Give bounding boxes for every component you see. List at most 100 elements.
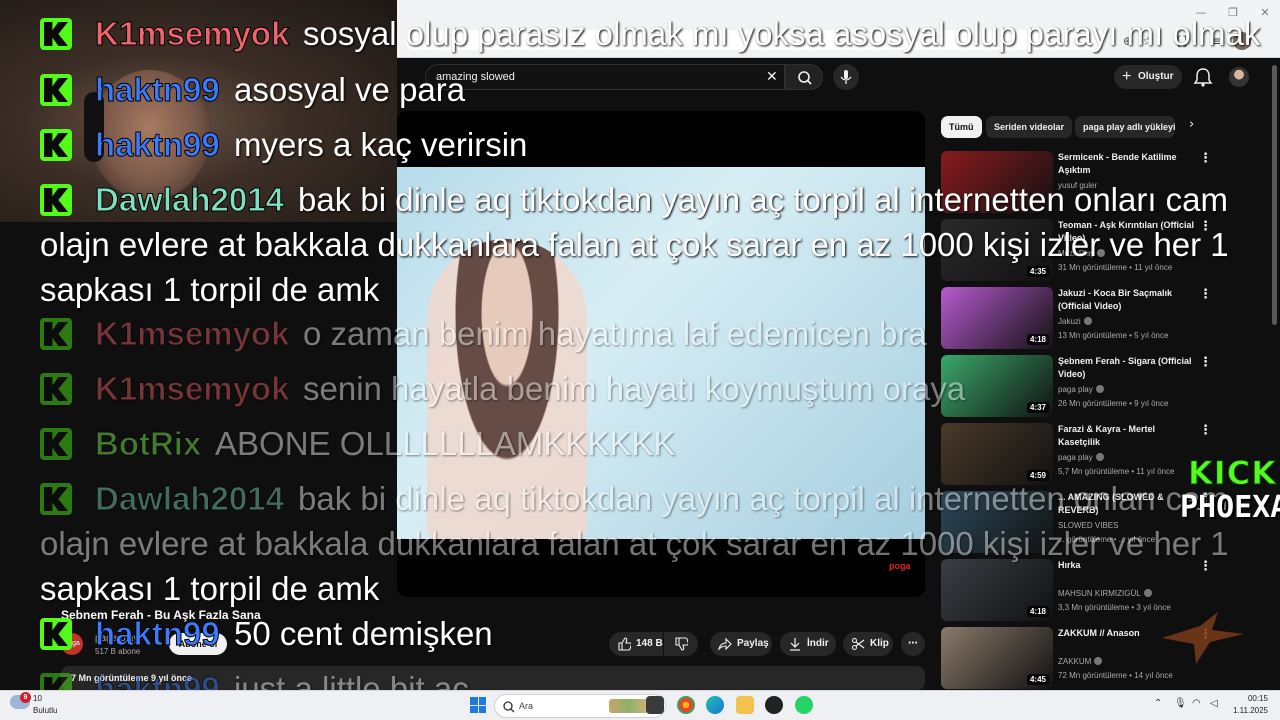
thumbs-down-icon <box>675 637 688 651</box>
duration-badge: 4:45 <box>1026 674 1049 685</box>
search-placeholder: Ara <box>519 701 534 711</box>
chat-text: 50 cent demişken <box>234 615 493 652</box>
share-label: Paylaş <box>737 638 769 649</box>
chat-username: Dawlah2014 <box>95 480 285 518</box>
recommendation-channel[interactable]: ZAKKUM <box>1058 657 1103 666</box>
recommendation-title[interactable]: Farazi & Kayra - Mertel Kasetçilik <box>1058 423 1198 449</box>
chevron-right-icon[interactable]: › <box>1189 117 1194 132</box>
more-vertical-icon[interactable]: ⋮ <box>1199 355 1212 370</box>
microphone-tray-icon[interactable]: 🎙 <box>1174 698 1187 709</box>
kick-logo: KICK <box>1188 454 1277 493</box>
clock-date[interactable]: 1.11.2025 <box>1228 706 1268 715</box>
scrollbar[interactable] <box>1272 65 1277 325</box>
whatsapp-icon[interactable] <box>795 696 813 714</box>
filter-chips: Tümü Seriden videolar paga play adlı yük… <box>941 116 1201 140</box>
task-view-icon[interactable] <box>646 696 664 714</box>
notification-badge: 9 <box>20 692 31 703</box>
kick-badge-icon <box>40 18 72 50</box>
recommendation-meta: 3,3 Mn görüntüleme • 3 yıl önce <box>1058 603 1171 612</box>
obs-icon[interactable] <box>765 696 783 714</box>
scissors-icon <box>851 637 865 651</box>
chip-uploader[interactable]: paga play adlı yükleyici <box>1075 116 1175 138</box>
clock-time[interactable]: 00:15 <box>1228 694 1268 703</box>
video-thumbnail[interactable]: 4:59 <box>941 423 1053 485</box>
like-count: 148 B <box>636 638 663 649</box>
clear-search-icon[interactable]: ✕ <box>766 69 778 85</box>
clip-button[interactable]: Klip <box>843 632 893 656</box>
start-button[interactable] <box>470 697 486 713</box>
channel-label: ZAKKUM <box>1058 657 1092 666</box>
share-icon <box>718 637 732 651</box>
chip-all[interactable]: Tümü <box>941 116 982 138</box>
channel-label: paga play <box>1058 453 1093 462</box>
recommendation-meta: 26 Mn görüntüleme • 9 yıl önce <box>1058 399 1169 408</box>
chat-username: K1msemyok <box>94 370 290 408</box>
more-actions-button[interactable]: ⋯ <box>901 632 925 656</box>
chat-username: haktn99 <box>95 71 221 109</box>
weather-temperature: 10 <box>33 694 42 703</box>
kick-badge-icon <box>40 129 72 161</box>
recommendation-channel[interactable]: Jakuzi <box>1058 317 1092 326</box>
recommendation-channel[interactable]: MAHSUN KIRMIZIGÜL <box>1058 589 1152 598</box>
dislike-button[interactable] <box>664 632 698 656</box>
recommendation-channel[interactable]: paga play <box>1058 385 1104 394</box>
duration-badge: 4:35 <box>1026 266 1049 277</box>
voice-search-button[interactable] <box>833 64 859 90</box>
more-vertical-icon[interactable]: ⋮ <box>1199 287 1212 302</box>
eagle-emblem-icon <box>1162 612 1244 664</box>
create-label: Oluştur <box>1138 71 1174 82</box>
chat-text: sosyal olup parasız olmak mı yoksa asosy… <box>303 15 1261 52</box>
search-input[interactable]: amazing slowed ✕ <box>425 64 785 90</box>
duration-badge: 4:37 <box>1026 402 1049 413</box>
tray-overflow-icon[interactable]: ⌃ <box>1154 698 1162 709</box>
recommendation-title[interactable]: Jakuzi - Koca Bir Saçmalık (Official Vid… <box>1058 287 1198 313</box>
kick-badge-icon <box>40 618 72 650</box>
recommendation-title[interactable]: Sermicenk - Bende Katilime Aşıktım <box>1058 151 1198 177</box>
recommendation-title[interactable]: Şebnem Ferah - Sigara (Official Video) <box>1058 355 1198 381</box>
like-button[interactable]: 148 B <box>609 632 663 656</box>
more-vertical-icon[interactable]: ⋮ <box>1199 151 1212 166</box>
thumbs-up-icon <box>618 637 631 651</box>
notifications-bell-icon[interactable] <box>1192 66 1214 88</box>
kick-badge-icon <box>40 373 72 405</box>
duration-badge: 4:18 <box>1026 334 1049 345</box>
verified-check-icon <box>1095 385 1104 393</box>
recommendation-item[interactable]: 4:18 Jakuzi - Koca Bir Saçmalık (Official… <box>941 287 1271 349</box>
taskbar-search[interactable]: Ara <box>494 694 666 718</box>
chat-username: haktn99 <box>95 126 221 164</box>
chip-series[interactable]: Seriden videolar <box>986 116 1073 138</box>
video-thumbnail[interactable]: 4:18 <box>941 559 1053 621</box>
verified-check-icon <box>1094 657 1103 665</box>
volume-icon[interactable]: ◁ <box>1210 698 1218 709</box>
download-button[interactable]: İndir <box>780 632 836 656</box>
search-button[interactable] <box>785 64 823 90</box>
create-button[interactable]: + Oluştur <box>1114 65 1182 89</box>
windows-taskbar: 9 10 Bulutlu Ara ⌃ 🎙 ◠ ◁ 00:15 1.11.2025 <box>0 690 1280 720</box>
video-thumbnail[interactable]: 4:18 <box>941 287 1053 349</box>
video-thumbnail[interactable]: 4:45 <box>941 627 1053 689</box>
chat-text: asosyal ve para <box>234 71 466 108</box>
edge-icon[interactable] <box>706 696 724 714</box>
account-avatar[interactable] <box>1229 67 1249 87</box>
wifi-icon[interactable]: ◠ <box>1192 698 1201 709</box>
more-vertical-icon[interactable]: ⋮ <box>1199 423 1212 438</box>
chat-text: bak bi dinle aq tiktokdan yayın aç torpi… <box>298 480 1229 517</box>
share-button[interactable]: Paylaş <box>710 632 772 656</box>
chrome-icon[interactable] <box>677 696 695 714</box>
verified-check-icon <box>1143 589 1152 597</box>
recommendation-meta: 13 Mn görüntüleme • 5 yıl önce <box>1058 331 1169 340</box>
plus-icon: + <box>1122 68 1132 85</box>
recommendation-meta: 72 Mn görüntüleme • 14 yıl önce <box>1058 671 1173 680</box>
kick-badge-icon <box>40 483 72 515</box>
chat-text: bak bi dinle aq tiktokdan yayın aç torpi… <box>298 181 1229 218</box>
chat-username: BotRix <box>94 425 202 463</box>
recommendation-item[interactable]: 4:37 Şebnem Ferah - Sigara (Official Vide… <box>941 355 1271 417</box>
chat-text: ABONE OLLLLLLLAMKKKKKK <box>215 425 676 462</box>
clip-label: Klip <box>870 638 889 649</box>
search-highlight-image <box>609 699 649 713</box>
more-horizontal-icon: ⋯ <box>908 638 918 649</box>
file-explorer-icon[interactable] <box>736 696 754 714</box>
streamer-handle: PHOEXA <box>1180 490 1280 525</box>
chat-text-continuation: sapkası 1 torpil de amk <box>40 570 380 607</box>
recommendation-channel[interactable]: paga play <box>1058 453 1104 462</box>
